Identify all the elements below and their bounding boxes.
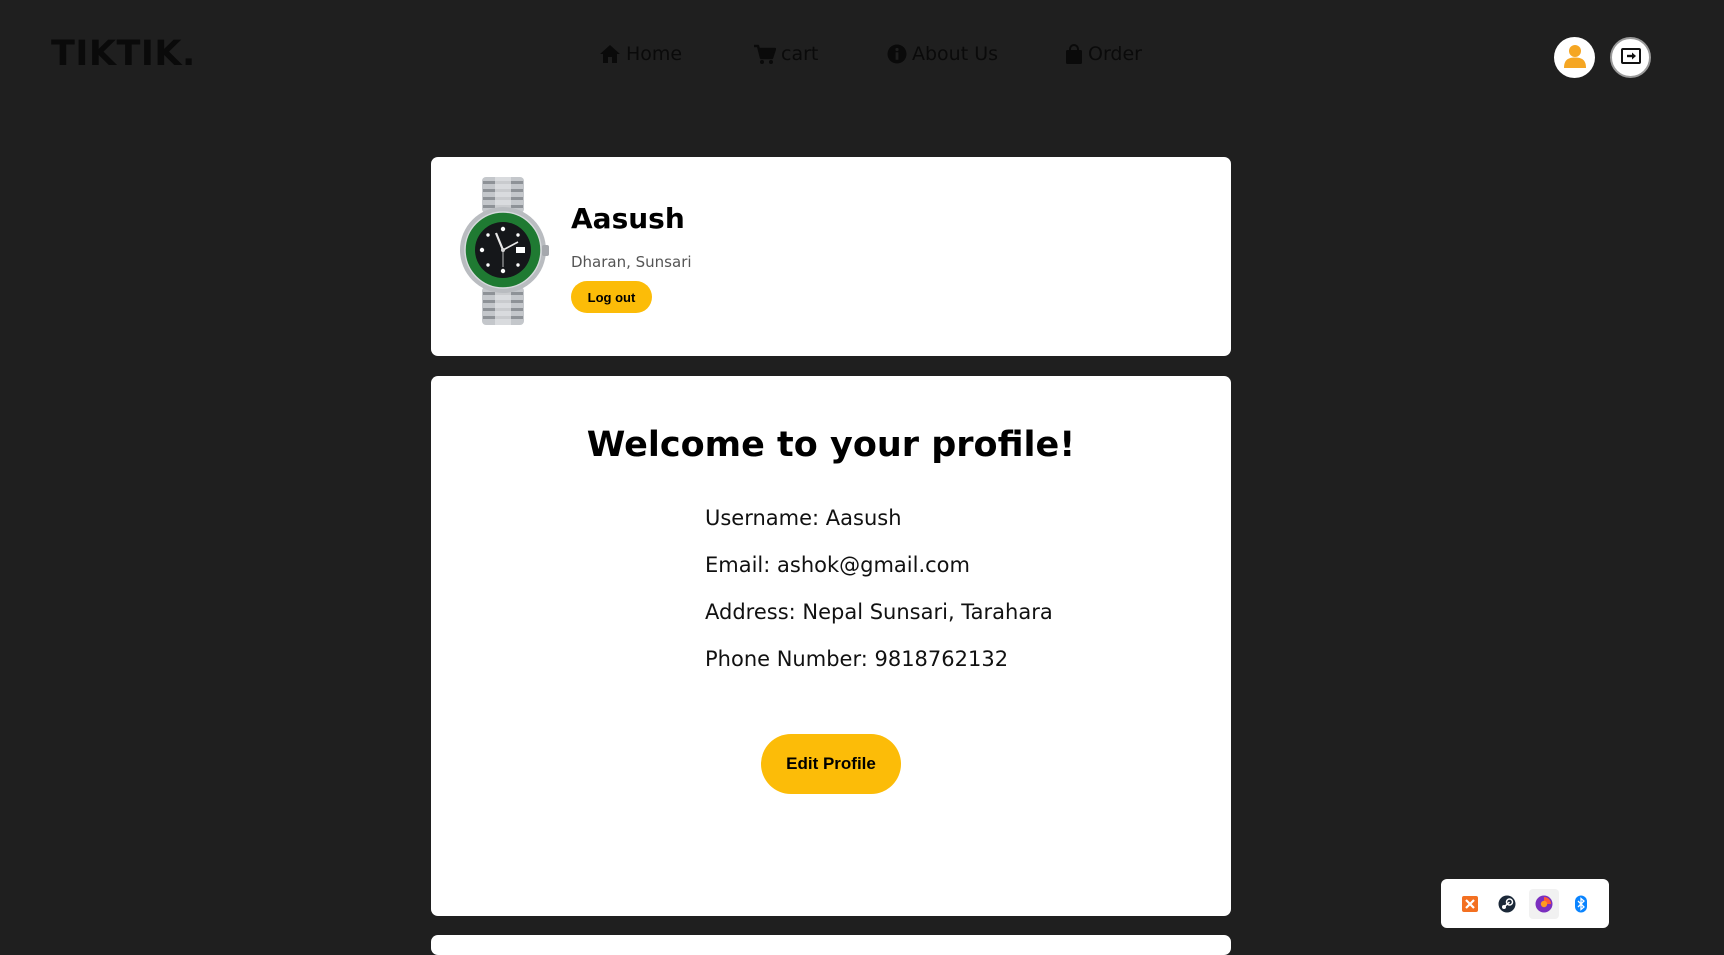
bag-icon — [1065, 44, 1083, 64]
user-profile-button[interactable] — [1554, 37, 1595, 78]
nav-about-us[interactable]: About Us — [887, 43, 998, 65]
cart-icon — [753, 44, 776, 65]
nav-about-label: About Us — [912, 43, 999, 65]
user-icon — [1563, 44, 1586, 72]
email-text: Email: ashok@gmail.com — [705, 553, 970, 577]
nav-home-label: Home — [626, 43, 683, 65]
profile-details-card: Welcome to your profile! Username: Aasus… — [431, 376, 1231, 916]
info-icon — [887, 44, 907, 64]
main-nav: Home cart About Us Order — [0, 43, 1724, 73]
nav-cart[interactable]: cart — [753, 43, 818, 65]
watch-image — [460, 177, 549, 325]
profile-location: Dharan, Sunsari — [571, 253, 692, 271]
system-tray-popup — [1441, 879, 1609, 928]
logout-icon — [1620, 47, 1641, 69]
next-card — [431, 935, 1231, 955]
profile-summary-card: Aasush Dharan, Sunsari Log out — [431, 157, 1231, 356]
nav-home[interactable]: Home — [599, 43, 682, 65]
home-icon — [599, 44, 621, 64]
nav-order[interactable]: Order — [1065, 43, 1142, 65]
phone-text: Phone Number: 9818762132 — [705, 647, 1009, 671]
logout-header-button[interactable] — [1610, 37, 1651, 78]
logout-button[interactable]: Log out — [571, 281, 652, 313]
address-text: Address: Nepal Sunsari, Tarahara — [705, 600, 1053, 624]
xampp-icon[interactable] — [1455, 889, 1485, 919]
edit-profile-button[interactable]: Edit Profile — [761, 734, 901, 794]
welcome-heading: Welcome to your profile! — [586, 425, 1076, 465]
steam-icon[interactable] — [1492, 889, 1522, 919]
nav-order-label: Order — [1088, 43, 1142, 65]
username-text: Username: Aasush — [705, 506, 902, 530]
nav-cart-label: cart — [781, 43, 819, 65]
profile-name: Aasush — [571, 202, 685, 235]
browser-icon[interactable] — [1528, 888, 1559, 919]
bluetooth-icon[interactable] — [1566, 889, 1596, 919]
